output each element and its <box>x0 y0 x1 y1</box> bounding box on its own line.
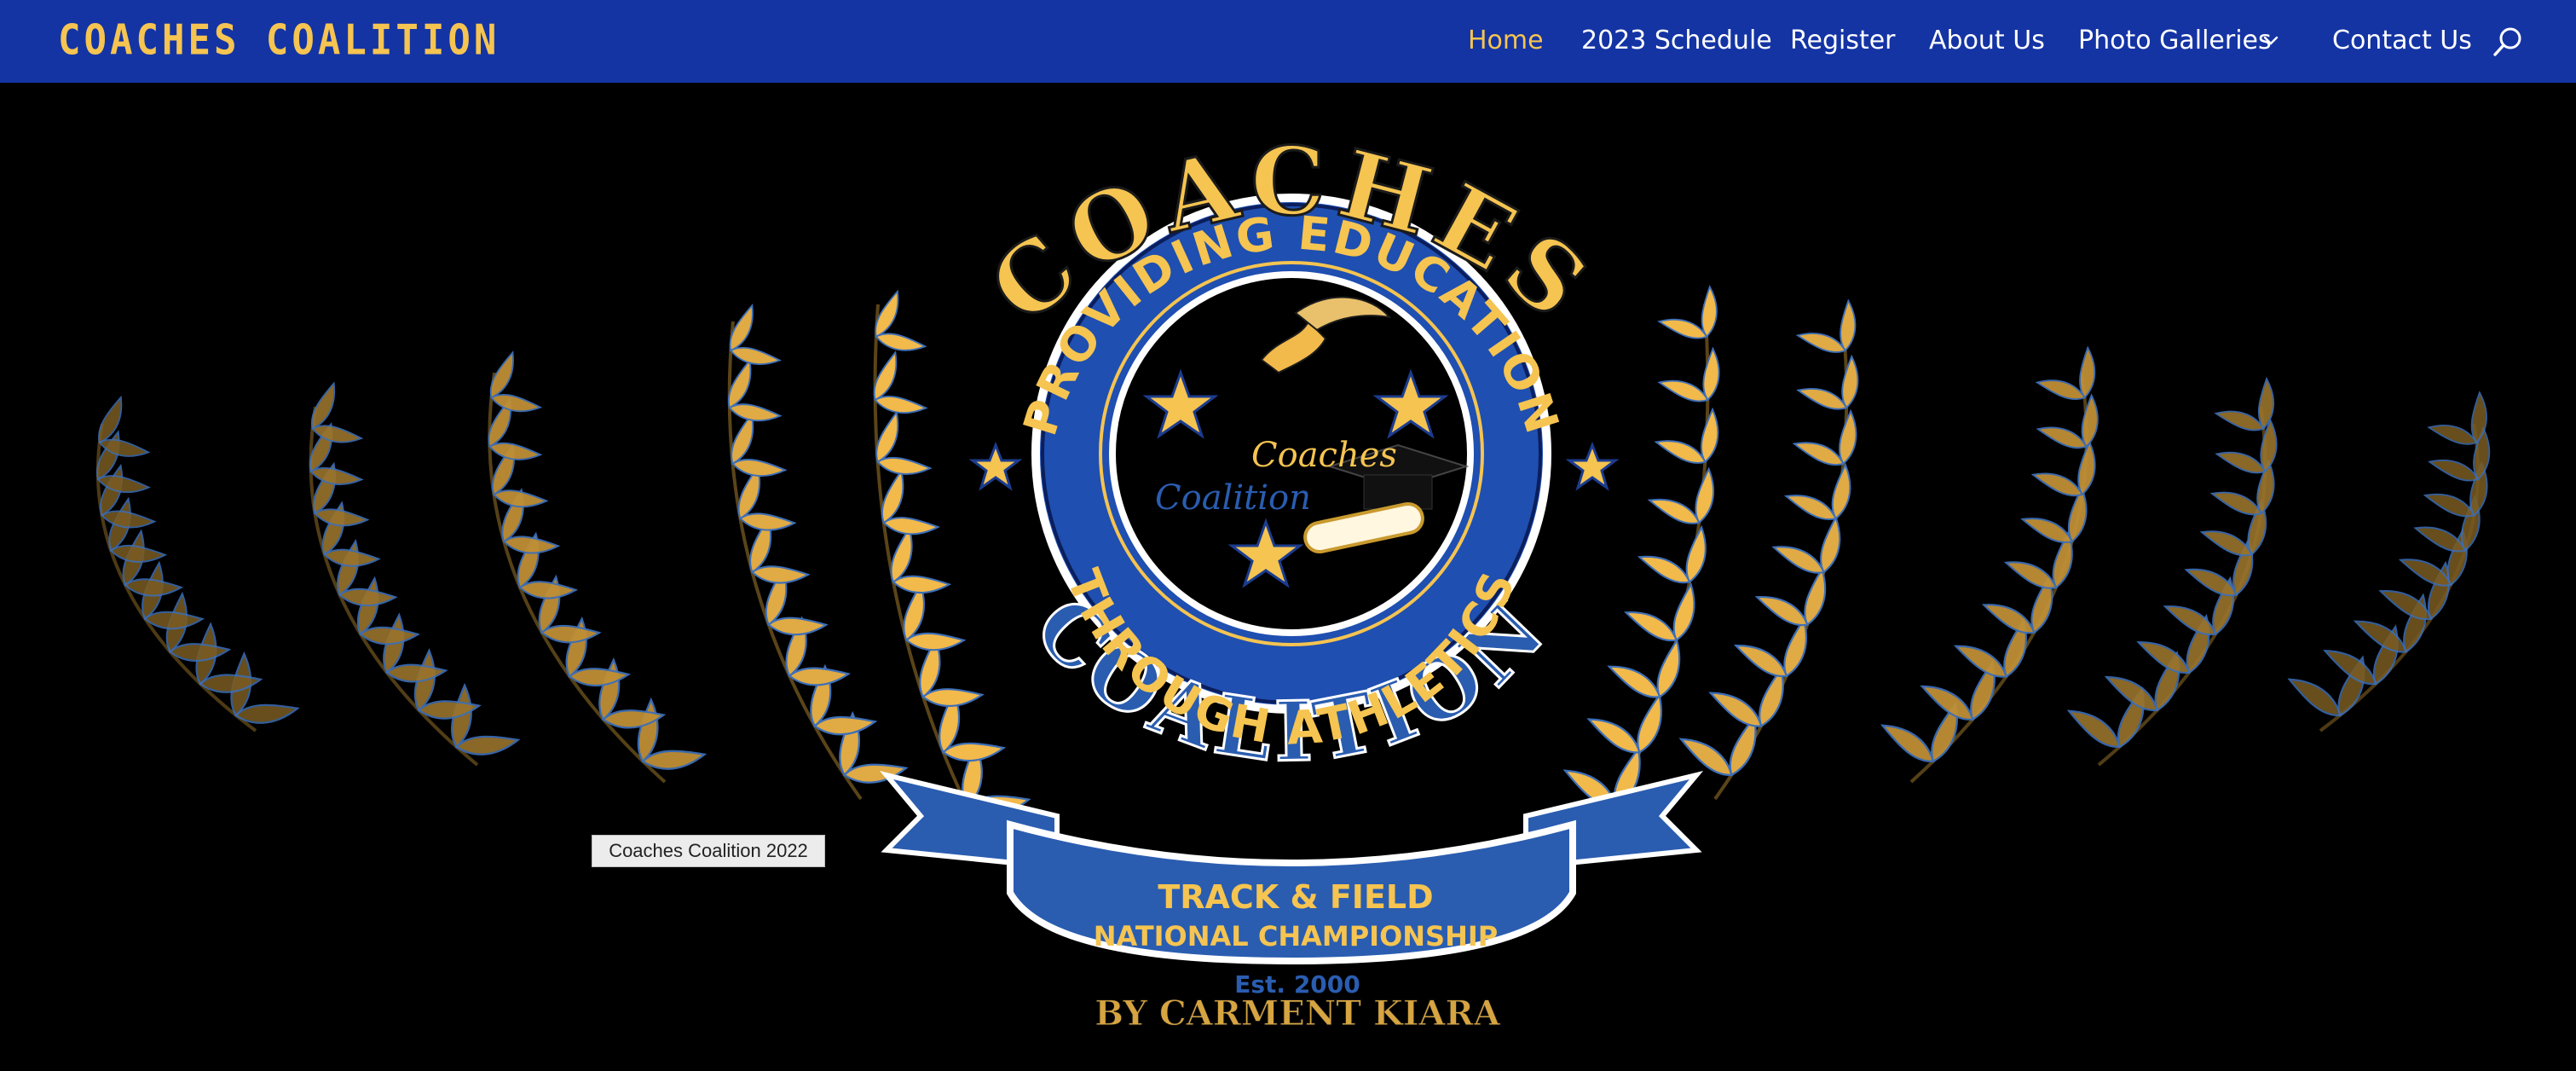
emblem-center-line1: Coaches <box>1251 436 1397 475</box>
coaches-coalition-emblem: COACHES COALITION PROVIDING EDUCATION TH… <box>95 125 2495 1034</box>
nav-contact-us[interactable]: Contact Us <box>2332 17 2472 65</box>
chevron-down-icon[interactable] <box>2261 31 2281 51</box>
nav-about-us[interactable]: About Us <box>1929 17 2045 65</box>
hero-banner: COACHES COALITION PROVIDING EDUCATION TH… <box>0 83 2576 1071</box>
site-header: COACHES COALITION Home 2023 Schedule Reg… <box>0 0 2576 83</box>
nav-photo-galleries[interactable]: Photo Galleries <box>2078 17 2272 65</box>
nav-2023-schedule[interactable]: 2023 Schedule <box>1581 17 1772 65</box>
image-tooltip: Coaches Coalition 2022 <box>592 835 825 867</box>
banner-line2: NATIONAL CHAMPIONSHIP <box>1094 920 1498 952</box>
nav-register[interactable]: Register <box>1790 17 1896 65</box>
banner-line1: TRACK & FIELD <box>1158 878 1433 916</box>
emblem-center-line2: Coalition <box>1155 478 1311 518</box>
site-logo-text[interactable]: COACHES COALITION <box>58 12 500 69</box>
nav-home[interactable]: Home <box>1468 17 1544 65</box>
search-icon[interactable] <box>2491 24 2525 61</box>
emblem-credit: BY CARMENT KIARA <box>1095 993 1500 1033</box>
